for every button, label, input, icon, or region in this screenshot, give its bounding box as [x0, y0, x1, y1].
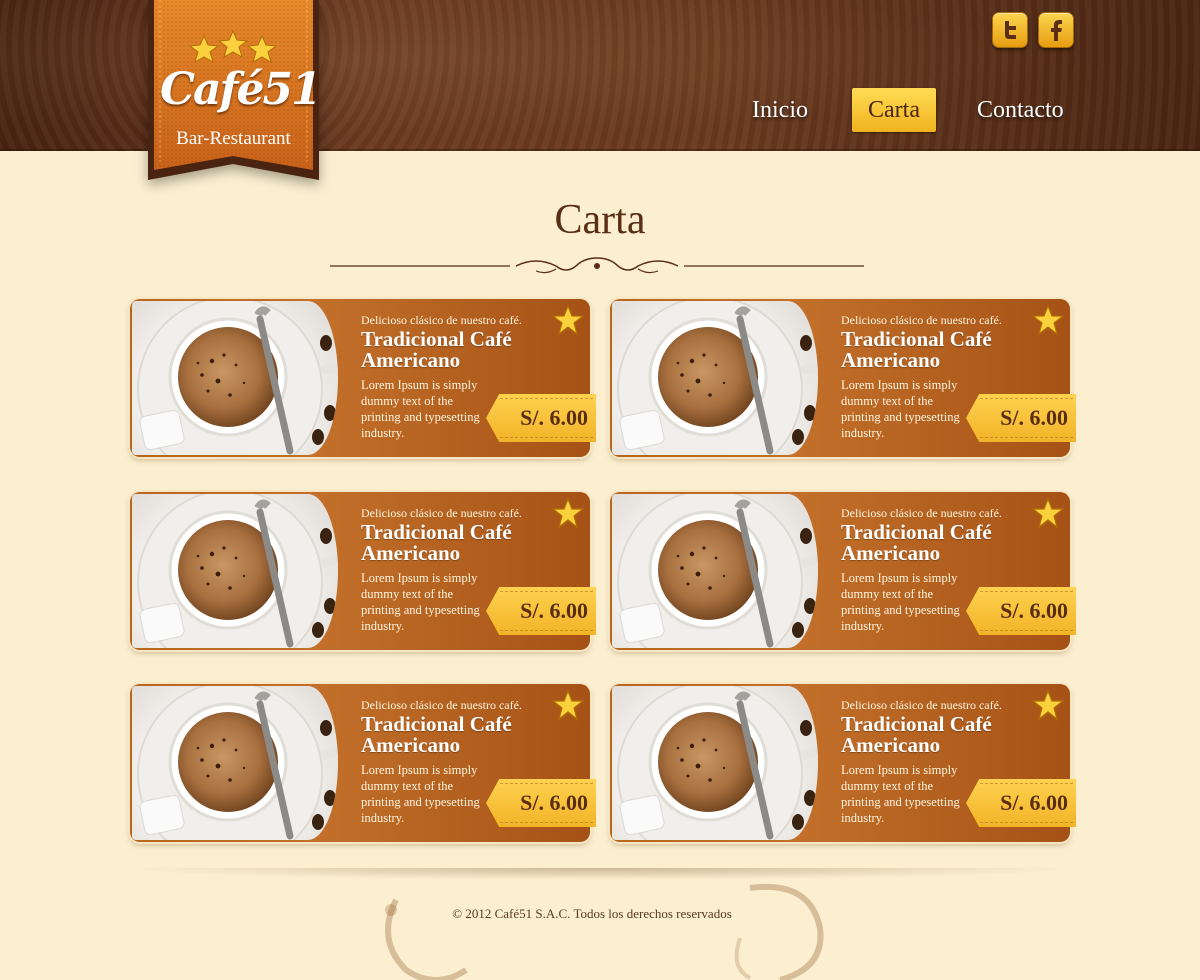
- card-photo: [132, 686, 338, 840]
- card-description: Lorem Ipsum is simply dummy text of the …: [841, 378, 960, 440]
- card-photo: [132, 301, 338, 455]
- price-tag: S/. 6.00: [966, 587, 1076, 635]
- menu-card[interactable]: Delicioso clásico de nuestro café. Tradi…: [610, 299, 1076, 457]
- star-icon: [1031, 497, 1065, 529]
- star-icon: [551, 304, 585, 336]
- coffee-cup-image: [617, 686, 818, 840]
- nav-contacto[interactable]: Contacto: [977, 88, 1064, 132]
- star-icon: [1031, 689, 1065, 721]
- card-description: Lorem Ipsum is simply dummy text of the …: [361, 571, 480, 633]
- card-photo: [612, 686, 818, 840]
- logo-name: Café51: [160, 64, 322, 115]
- menu-card[interactable]: Delicioso clásico de nuestro café. Tradi…: [130, 492, 596, 650]
- price-tag: S/. 6.00: [486, 779, 596, 827]
- card-tagline: Delicioso clásico de nuestro café.: [841, 506, 1002, 520]
- logo-subtitle: Bar-Restaurant: [176, 128, 291, 149]
- card-tagline: Delicioso clásico de nuestro café.: [841, 698, 1002, 712]
- card-tagline: Delicioso clásico de nuestro café.: [361, 506, 522, 520]
- twitter-button[interactable]: [992, 12, 1028, 48]
- coffee-cup-image: [617, 301, 818, 455]
- price-tag: S/. 6.00: [966, 779, 1076, 827]
- coffee-stain-left: [385, 898, 468, 980]
- menu-card[interactable]: Delicioso clásico de nuestro café. Tradi…: [130, 299, 596, 457]
- card-title: Tradicional Café Americano: [841, 327, 992, 372]
- card-description: Lorem Ipsum is simply dummy text of the …: [841, 571, 960, 633]
- facebook-icon: [1051, 20, 1062, 41]
- card-title: Tradicional Café Americano: [841, 712, 992, 757]
- twitter-icon: [1005, 21, 1016, 39]
- card-photo: [132, 494, 338, 648]
- card-title: Tradicional Café Americano: [841, 520, 992, 565]
- card-title: Tradicional Café Americano: [361, 712, 512, 757]
- card-description: Lorem Ipsum is simply dummy text of the …: [841, 763, 960, 825]
- card-tagline: Delicioso clásico de nuestro café.: [361, 313, 522, 327]
- coffee-cup-image: [137, 494, 338, 648]
- footer-divider: [120, 868, 1080, 880]
- coffee-stain-right: [734, 883, 824, 980]
- card-tagline: Delicioso clásico de nuestro café.: [361, 698, 522, 712]
- star-icon: [551, 689, 585, 721]
- card-title: Tradicional Café Americano: [361, 327, 512, 372]
- card-tagline: Delicioso clásico de nuestro café.: [841, 313, 1002, 327]
- logo[interactable]: Café51 Bar-Restaurant: [146, 0, 322, 190]
- facebook-button[interactable]: [1038, 12, 1074, 48]
- card-title: Tradicional Café Americano: [361, 520, 512, 565]
- page-title: Carta: [554, 197, 646, 243]
- star-icon: [551, 497, 585, 529]
- menu-card[interactable]: Delicioso clásico de nuestro café. Tradi…: [130, 684, 596, 842]
- menu-card[interactable]: Delicioso clásico de nuestro café. Tradi…: [610, 684, 1076, 842]
- coffee-cup-image: [137, 301, 338, 455]
- card-photo: [612, 301, 818, 455]
- coffee-cup-image: [617, 494, 818, 648]
- coffee-cup-image: [137, 686, 338, 840]
- star-icon: [1031, 304, 1065, 336]
- nav-inicio[interactable]: Inicio: [752, 88, 808, 132]
- price-tag: S/. 6.00: [486, 394, 596, 442]
- menu-card[interactable]: Delicioso clásico de nuestro café. Tradi…: [610, 492, 1076, 650]
- card-photo: [612, 494, 818, 648]
- footer-copyright: © 2012 Café51 S.A.C. Todos los derechos …: [452, 906, 732, 921]
- price-tag: S/. 6.00: [486, 587, 596, 635]
- card-description: Lorem Ipsum is simply dummy text of the …: [361, 763, 480, 825]
- card-description: Lorem Ipsum is simply dummy text of the …: [361, 378, 480, 440]
- price-tag: S/. 6.00: [966, 394, 1076, 442]
- title-ornament: [330, 257, 864, 274]
- nav-carta[interactable]: Carta: [852, 88, 936, 132]
